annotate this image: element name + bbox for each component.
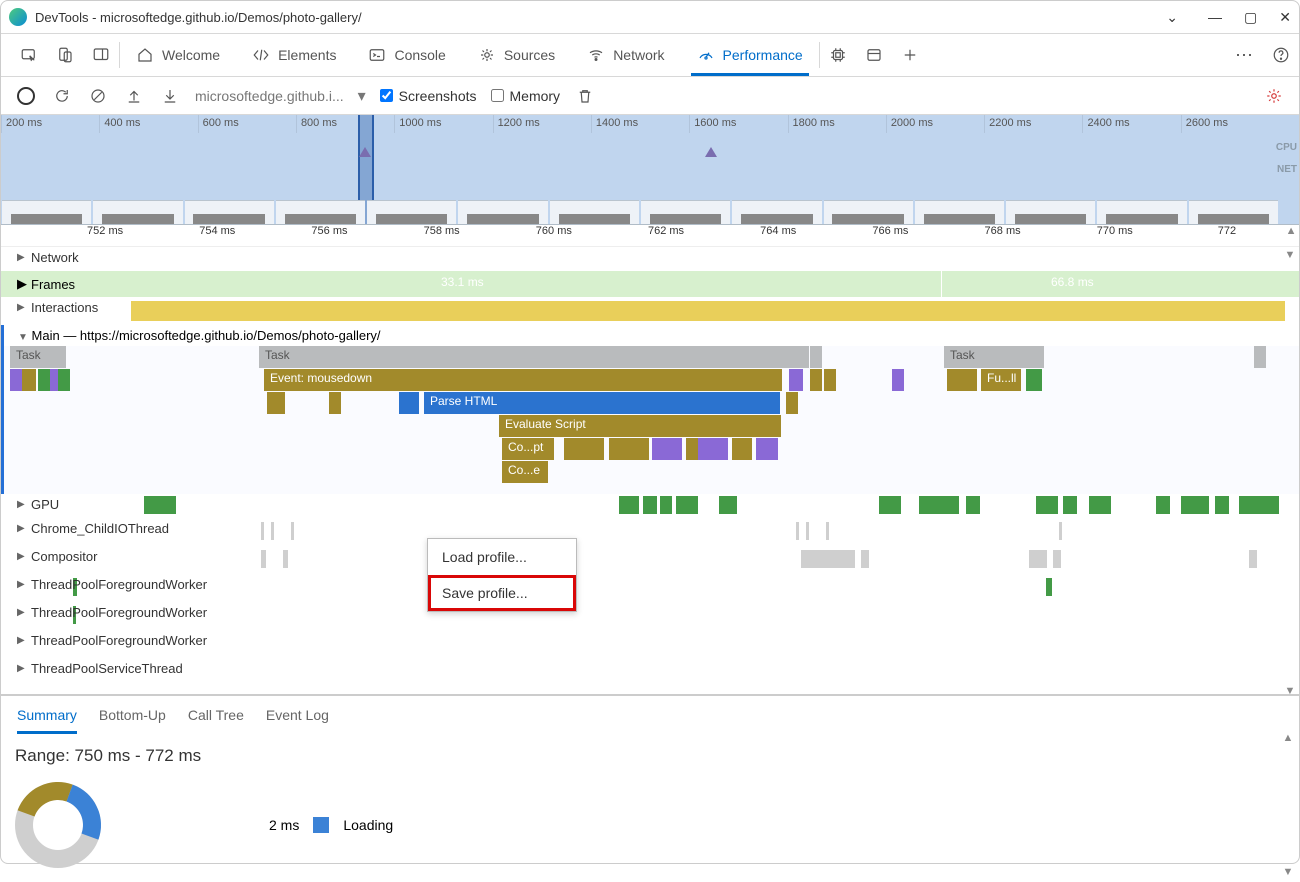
loading-label: Loading [343,817,393,833]
summary-tabs: Summary Bottom-Up Call Tree Event Log [1,694,1299,734]
device-emulation-icon[interactable] [47,37,83,73]
flame-full[interactable]: Fu...ll [981,369,1021,391]
screenshots-checkbox[interactable]: Screenshots [380,88,477,104]
window-titlebar: DevTools - microsoftedge.github.io/Demos… [1,1,1299,33]
flame-task[interactable]: Task [10,346,66,368]
settings-gear-icon[interactable] [1263,85,1285,107]
tab-sources[interactable]: Sources [462,34,571,76]
track-gpu[interactable]: ▶GPU [1,494,1299,518]
flame-parse-html[interactable]: Parse HTML [424,392,780,414]
overview-timeline[interactable]: 200 ms 400 ms 600 ms 800 ms 1000 ms 1200… [1,115,1299,225]
menu-save-profile[interactable]: Save profile... [428,575,576,611]
track-tpservice[interactable]: ▶ThreadPoolServiceThread [1,658,1299,686]
flame-copt[interactable]: Co...pt [502,438,554,460]
marker-icon [359,147,371,157]
recording-selector[interactable]: microsoftedge.github.i... [195,88,344,104]
memory-input[interactable] [491,89,504,102]
scroll-up-icon[interactable]: ▲ [1281,732,1295,744]
tab-welcome[interactable]: Welcome [120,34,236,76]
tab-network-label: Network [613,47,664,63]
tab-elements[interactable]: Elements [236,34,352,76]
flame-chart[interactable]: 752 ms 754 ms 756 ms 758 ms 760 ms 762 m… [1,225,1299,686]
main-thread-flame[interactable]: Task Task Task Event: mousedown Fu...ll … [1,346,1299,494]
garbage-collect-icon[interactable] [574,85,596,107]
btab-summary[interactable]: Summary [17,696,77,734]
btab-eventlog[interactable]: Event Log [266,696,329,734]
memory-checkbox[interactable]: Memory [491,88,561,104]
dropdown-caret-icon[interactable]: ▾ [358,86,366,106]
loading-ms: 2 ms [269,817,299,833]
tab-performance-label: Performance [723,47,803,63]
tab-console-label: Console [394,47,445,63]
edge-devtools-icon [9,8,27,26]
flame-event-mousedown[interactable]: Event: mousedown [264,369,782,391]
tab-elements-label: Elements [278,47,336,63]
reload-icon[interactable] [51,85,73,107]
track-tpfw-3[interactable]: ▶ThreadPoolForegroundWorker [1,630,1299,658]
overview-ticks: 200 ms 400 ms 600 ms 800 ms 1000 ms 1200… [1,115,1279,133]
maximize-button[interactable]: ▢ [1244,9,1257,26]
net-label: NET [1276,159,1297,181]
tab-welcome-label: Welcome [162,47,220,63]
flame-time-ruler: 752 ms 754 ms 756 ms 758 ms 760 ms 762 m… [1,225,1299,247]
track-main-header[interactable]: ▼ Main — https://microsoftedge.github.io… [1,325,1299,346]
clear-icon[interactable] [87,85,109,107]
download-icon[interactable] [159,85,181,107]
tab-network[interactable]: Network [571,34,680,76]
help-icon[interactable] [1263,37,1299,73]
screenshots-input[interactable] [380,89,393,102]
marker-icon [705,147,717,157]
frame-duration: 33.1 ms [441,275,484,289]
tab-sources-label: Sources [504,47,555,63]
summary-donut-chart [15,782,101,868]
legend-swatch-loading [313,817,329,833]
flame-task[interactable]: Task [259,346,809,368]
tab-console[interactable]: Console [352,34,461,76]
context-menu: Load profile... Save profile... [427,538,577,612]
track-tpfw-2[interactable]: ▶ThreadPoolForegroundWorker [1,602,1299,630]
close-button[interactable]: ✕ [1279,9,1291,26]
track-frames[interactable]: ▶Frames 33.1 ms 66.8 ms [1,271,1299,297]
track-network[interactable]: ▶Network [1,247,1299,271]
btab-bottomup[interactable]: Bottom-Up [99,696,166,734]
menu-load-profile[interactable]: Load profile... [428,539,576,575]
add-tab-icon[interactable] [892,37,928,73]
btab-calltree[interactable]: Call Tree [188,696,244,734]
summary-panel: ▲ Range: 750 ms - 772 ms 2 ms Loading ▼ [1,734,1299,880]
upload-icon[interactable] [123,85,145,107]
window-title: DevTools - microsoftedge.github.io/Demos… [35,10,1166,25]
track-child-io[interactable]: ▶Chrome_ChildIOThread [1,518,1299,546]
scroll-down-icon[interactable]: ▼ [1281,866,1295,878]
chevron-down-icon[interactable]: ⌄ [1166,9,1178,26]
interaction-bar[interactable] [131,301,1285,321]
devtools-tabs: Welcome Elements Console Sources Network… [1,33,1299,77]
flame-evaluate-script[interactable]: Evaluate Script [499,415,781,437]
more-options-icon[interactable]: ⋯ [1227,37,1263,73]
track-tpfw-1[interactable]: ▶ThreadPoolForegroundWorker [1,574,1299,602]
cpu-label: CPU [1276,137,1297,159]
tab-performance[interactable]: Performance [681,34,819,76]
dock-side-icon[interactable] [83,37,119,73]
minimize-button[interactable]: — [1208,9,1222,25]
flame-coe[interactable]: Co...e [502,461,548,483]
scroll-up-icon[interactable]: ▲ [1283,225,1299,246]
memory-chip-icon[interactable] [820,37,856,73]
flame-task[interactable]: Task [944,346,1044,368]
screenshot-filmstrip[interactable] [1,200,1279,224]
record-icon[interactable] [15,85,37,107]
frame-duration: 66.8 ms [1051,275,1094,289]
panel-layout-icon[interactable] [856,37,892,73]
track-interactions[interactable]: ▶Interactions [1,297,1299,325]
inspect-element-icon[interactable] [11,37,47,73]
performance-toolbar: microsoftedge.github.i... ▾ Screenshots … [1,77,1299,115]
summary-range: Range: 750 ms - 772 ms [15,746,1285,766]
scroll-down-icon[interactable]: ▼ [1283,685,1297,697]
track-compositor[interactable]: ▶Compositor [1,546,1299,574]
